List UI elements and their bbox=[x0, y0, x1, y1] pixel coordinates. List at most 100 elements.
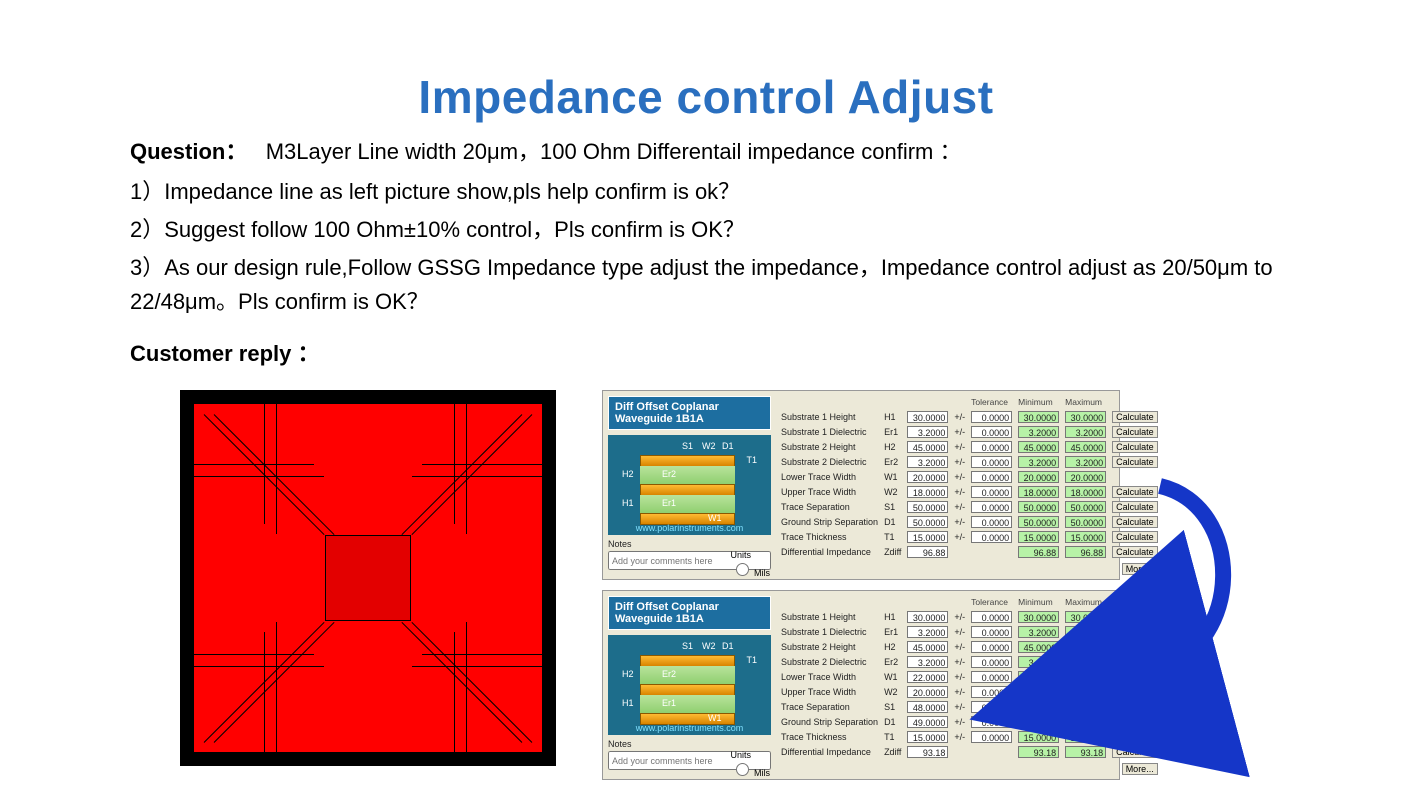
param-value[interactable]: 49.0000 bbox=[907, 716, 948, 728]
param-row: Lower Trace WidthW120.0000+/-0.000020.00… bbox=[778, 470, 1161, 485]
param-row: Upper Trace WidthW220.0000+/-0.000020.00… bbox=[778, 685, 1161, 700]
param-symbol: H2 bbox=[881, 440, 904, 455]
param-value[interactable]: 3.2000 bbox=[907, 456, 948, 468]
calculate-button[interactable]: Calculate bbox=[1112, 686, 1158, 698]
param-max: 50.0000 bbox=[1065, 501, 1106, 513]
calculate-button[interactable]: Calculate bbox=[1112, 716, 1158, 728]
param-min: 30.0000 bbox=[1018, 611, 1059, 623]
param-row: Upper Trace WidthW218.0000+/-0.000018.00… bbox=[778, 485, 1161, 500]
param-value[interactable]: 15.0000 bbox=[907, 731, 948, 743]
param-max: 30.0000 bbox=[1065, 411, 1106, 423]
param-row: Lower Trace WidthW122.0000+/-0.000022.00… bbox=[778, 670, 1161, 685]
plus-minus-label: +/- bbox=[951, 700, 968, 715]
param-symbol: D1 bbox=[881, 715, 904, 730]
param-tolerance[interactable]: 0.0000 bbox=[971, 516, 1012, 528]
question-item-1: 1）Impedance line as left picture show,pl… bbox=[130, 175, 1282, 209]
impedance-calc-panel: Diff Offset Coplanar Waveguide 1B1A S1W2D… bbox=[602, 390, 1120, 580]
waveguide-title: Diff Offset Coplanar Waveguide 1B1A bbox=[608, 396, 771, 430]
waveguide-url: www.polarinstruments.com bbox=[608, 723, 771, 733]
question-text: M3Layer Line width 20μm，100 Ohm Differen… bbox=[266, 139, 962, 164]
param-value[interactable]: 30.0000 bbox=[907, 411, 948, 423]
param-max: 3.2000 bbox=[1065, 656, 1106, 668]
param-value[interactable]: 30.0000 bbox=[907, 611, 948, 623]
param-tolerance[interactable]: 0.0000 bbox=[971, 441, 1012, 453]
calculate-button[interactable]: Calculate bbox=[1112, 426, 1158, 438]
param-symbol: H1 bbox=[881, 610, 904, 625]
plus-minus-label: +/- bbox=[951, 715, 968, 730]
calculate-button[interactable]: Calculate bbox=[1112, 456, 1158, 468]
param-row: Ground Strip SeparationD150.0000+/-0.000… bbox=[778, 515, 1161, 530]
param-symbol: H1 bbox=[881, 410, 904, 425]
param-max: 3.2000 bbox=[1065, 456, 1106, 468]
param-value[interactable]: 3.2000 bbox=[907, 626, 948, 638]
param-tolerance[interactable]: 0.0000 bbox=[971, 411, 1012, 423]
param-tolerance[interactable]: 0.0000 bbox=[971, 501, 1012, 513]
impedance-symbol: Zdiff bbox=[881, 545, 904, 560]
param-row: Trace ThicknessT115.0000+/-0.000015.0000… bbox=[778, 730, 1161, 745]
param-max: 18.0000 bbox=[1065, 486, 1106, 498]
param-min: 3.2000 bbox=[1018, 456, 1059, 468]
param-tolerance[interactable]: 0.0000 bbox=[971, 671, 1012, 683]
impedance-symbol: Zdiff bbox=[881, 745, 904, 760]
param-min: 20.0000 bbox=[1018, 686, 1059, 698]
param-name: Substrate 1 Height bbox=[778, 410, 881, 425]
param-value[interactable]: 18.0000 bbox=[907, 486, 948, 498]
param-value[interactable]: 50.0000 bbox=[907, 516, 948, 528]
param-value[interactable]: 20.0000 bbox=[907, 686, 948, 698]
param-row: Substrate 2 HeightH245.0000+/-0.000045.0… bbox=[778, 440, 1161, 455]
param-name: Substrate 1 Height bbox=[778, 610, 881, 625]
param-value[interactable]: 45.0000 bbox=[907, 641, 948, 653]
param-tolerance[interactable]: 0.0000 bbox=[971, 611, 1012, 623]
param-tolerance[interactable]: 0.0000 bbox=[971, 716, 1012, 728]
param-symbol: T1 bbox=[881, 530, 904, 545]
param-value[interactable]: 20.0000 bbox=[907, 471, 948, 483]
param-value[interactable]: 3.2000 bbox=[907, 426, 948, 438]
param-tolerance[interactable]: 0.0000 bbox=[971, 426, 1012, 438]
param-value[interactable]: 22.0000 bbox=[907, 671, 948, 683]
param-tolerance[interactable]: 0.0000 bbox=[971, 486, 1012, 498]
param-tolerance[interactable]: 0.0000 bbox=[971, 531, 1012, 543]
param-name: Ground Strip Separation bbox=[778, 515, 881, 530]
units-option[interactable]: Mils bbox=[731, 768, 771, 778]
param-row: Trace SeparationS148.0000+/-0.000048.000… bbox=[778, 700, 1161, 715]
param-value[interactable]: 50.0000 bbox=[907, 501, 948, 513]
impedance-name: Differential Impedance bbox=[778, 745, 881, 760]
param-min: 3.2000 bbox=[1018, 626, 1059, 638]
param-tolerance[interactable]: 0.0000 bbox=[971, 701, 1012, 713]
param-name: Trace Separation bbox=[778, 700, 881, 715]
param-name: Upper Trace Width bbox=[778, 485, 881, 500]
param-tolerance[interactable]: 0.0000 bbox=[971, 731, 1012, 743]
calculate-button[interactable]: Calculate bbox=[1112, 731, 1158, 743]
param-min: 18.0000 bbox=[1018, 486, 1059, 498]
waveguide-diagram-icon: S1W2D1T1H2Er2H1Er1W1www.polarinstruments… bbox=[608, 435, 771, 535]
param-row: Substrate 2 DielectricEr23.2000+/-0.0000… bbox=[778, 655, 1161, 670]
units-option[interactable]: Mils bbox=[731, 568, 771, 578]
calculate-button[interactable]: Calculate bbox=[1112, 746, 1158, 758]
param-value[interactable]: 45.0000 bbox=[907, 441, 948, 453]
param-min: 15.0000 bbox=[1018, 731, 1059, 743]
calculate-button[interactable]: Calculate bbox=[1112, 411, 1158, 423]
param-tolerance[interactable]: 0.0000 bbox=[971, 641, 1012, 653]
param-tolerance[interactable]: 0.0000 bbox=[971, 456, 1012, 468]
param-symbol: Er2 bbox=[881, 455, 904, 470]
param-name: Lower Trace Width bbox=[778, 470, 881, 485]
param-value[interactable]: 3.2000 bbox=[907, 656, 948, 668]
param-min: 15.0000 bbox=[1018, 531, 1059, 543]
param-row: Ground Strip SeparationD149.0000+/-0.000… bbox=[778, 715, 1161, 730]
param-value[interactable]: 48.0000 bbox=[907, 701, 948, 713]
param-tolerance[interactable]: 0.0000 bbox=[971, 686, 1012, 698]
param-value[interactable]: 15.0000 bbox=[907, 531, 948, 543]
impedance-value: 96.88 bbox=[907, 546, 948, 558]
question-line: Question： M3Layer Line width 20μm，100 Oh… bbox=[130, 134, 1282, 169]
plus-minus-label: +/- bbox=[951, 625, 968, 640]
calculate-button[interactable]: Calculate bbox=[1112, 701, 1158, 713]
param-max: 45.0000 bbox=[1065, 641, 1106, 653]
more-button[interactable]: More... bbox=[1122, 763, 1158, 775]
param-tolerance[interactable]: 0.0000 bbox=[971, 471, 1012, 483]
param-symbol: Er1 bbox=[881, 425, 904, 440]
param-tolerance[interactable]: 0.0000 bbox=[971, 626, 1012, 638]
units-group: Units Mils bbox=[731, 750, 771, 778]
calculate-button[interactable]: Calculate bbox=[1112, 441, 1158, 453]
param-row: Trace ThicknessT115.0000+/-0.000015.0000… bbox=[778, 530, 1161, 545]
param-tolerance[interactable]: 0.0000 bbox=[971, 656, 1012, 668]
